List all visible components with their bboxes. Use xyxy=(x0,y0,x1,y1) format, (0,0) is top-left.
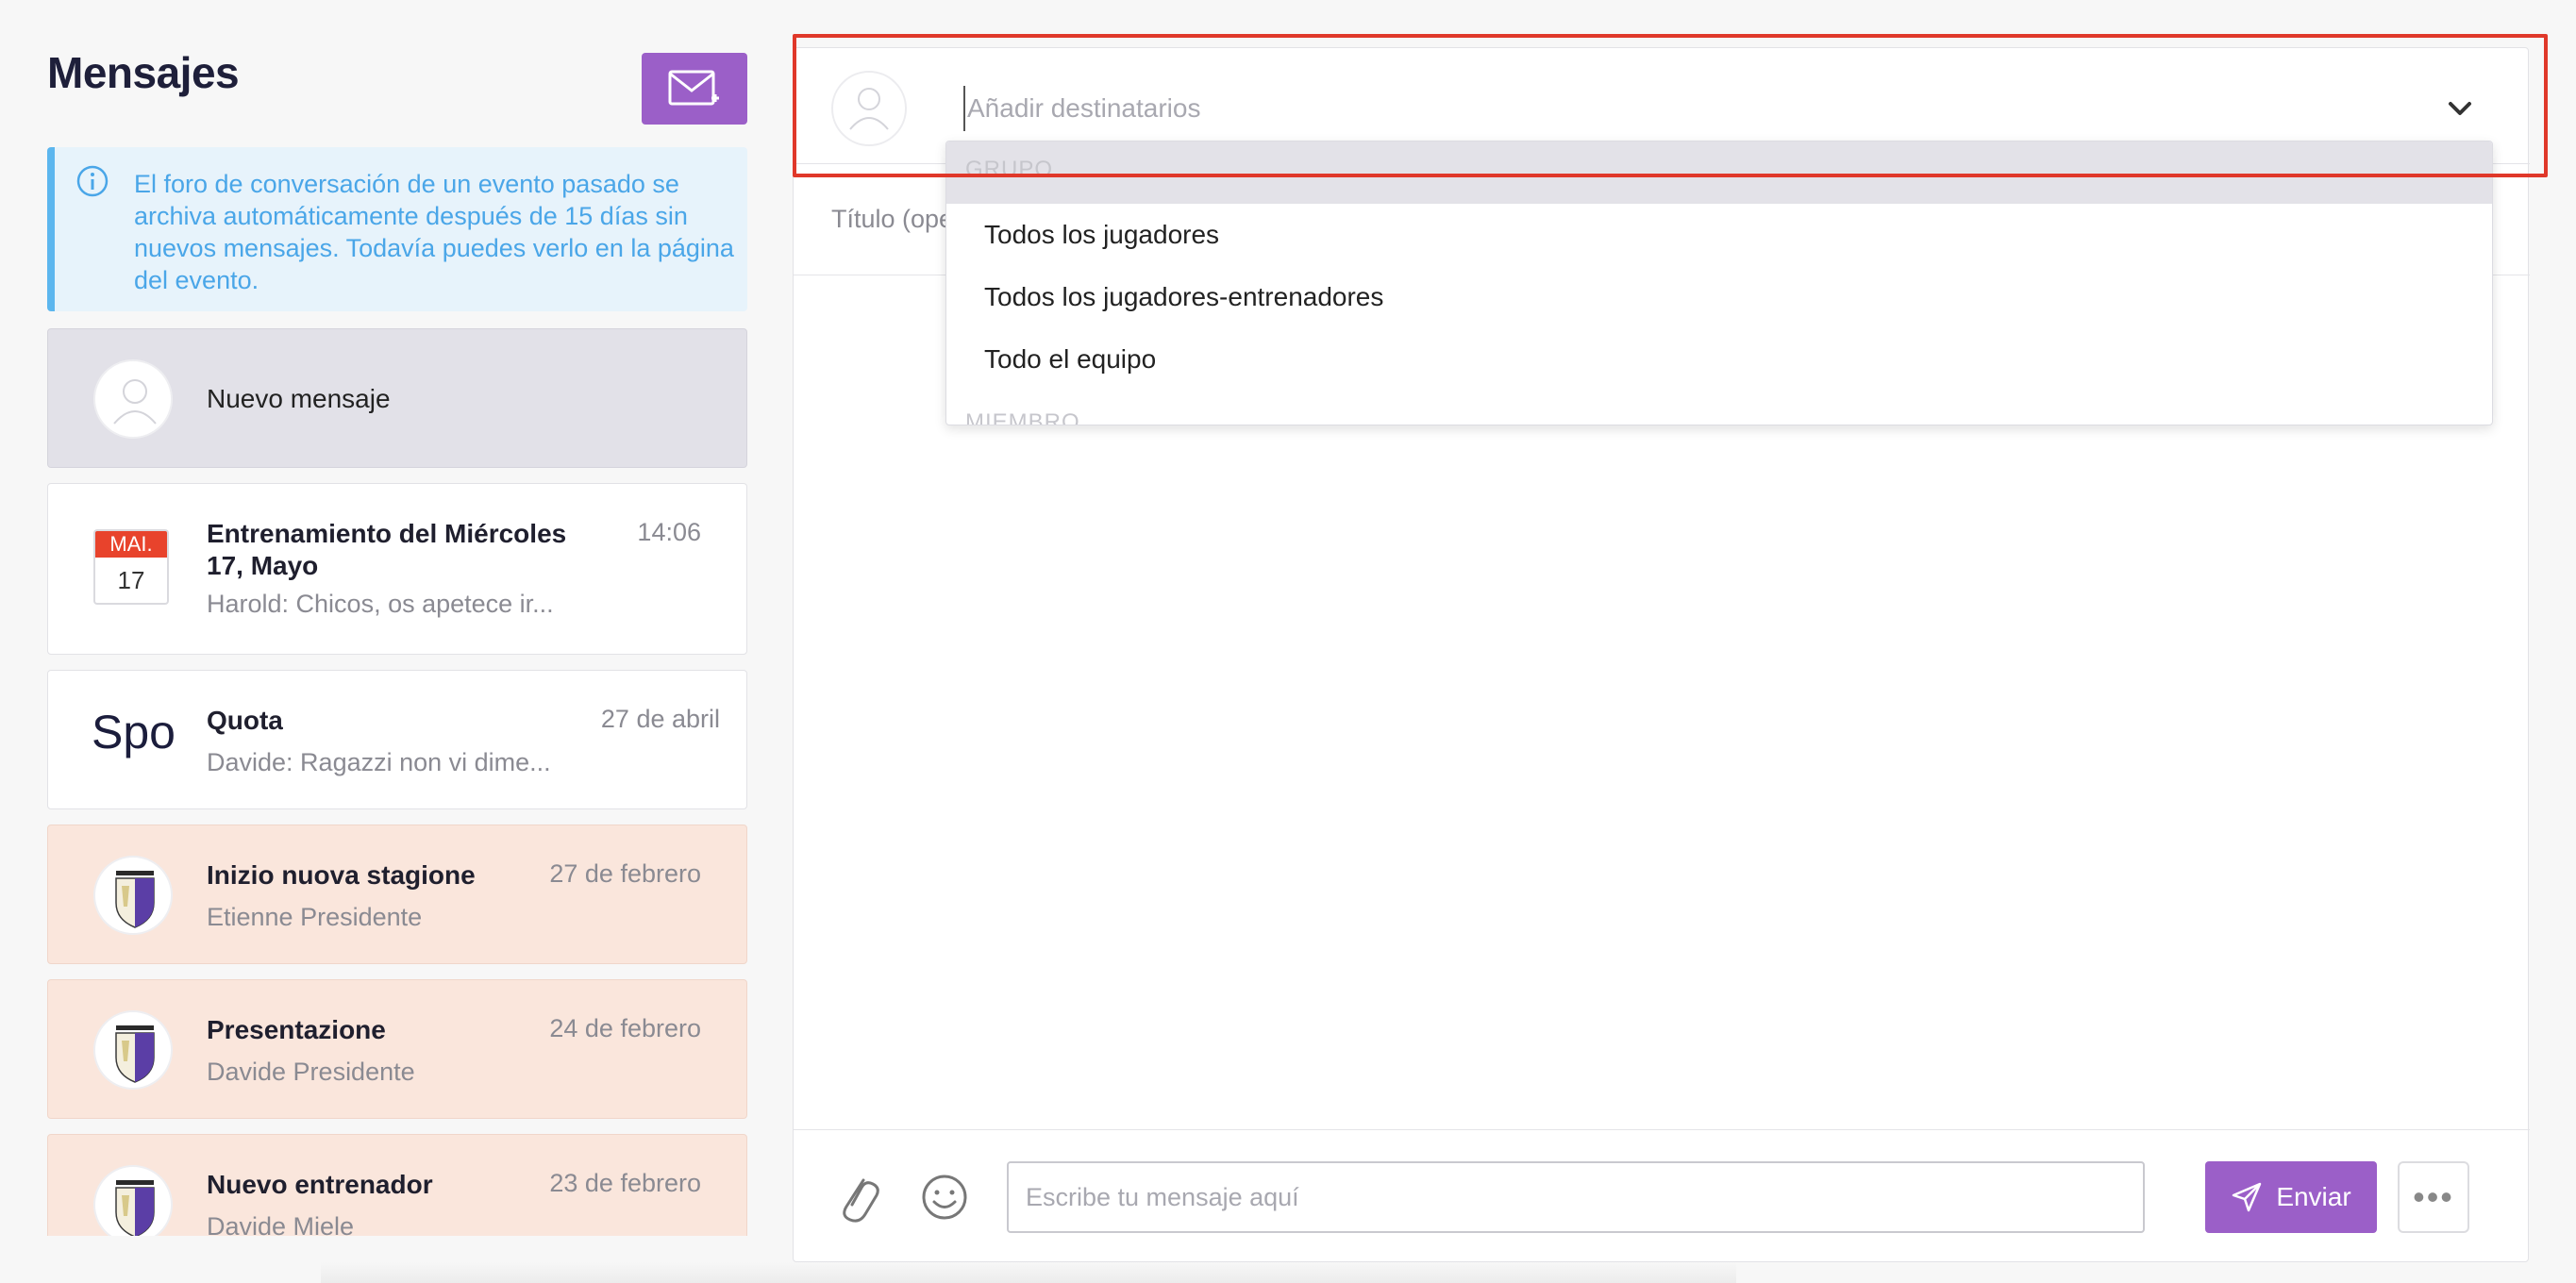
emoji-icon[interactable] xyxy=(920,1173,969,1222)
dropdown-option-all-player-coaches[interactable]: Todos los jugadores-entrenadores xyxy=(946,266,2492,328)
team-crest-icon xyxy=(93,1165,173,1236)
bottom-shadow xyxy=(321,1262,1736,1283)
dropdown-option-all-players[interactable]: Todos los jugadores xyxy=(946,204,2492,266)
conversation-preview: Harold: Chicos, os apetece ir... xyxy=(207,590,554,618)
conversation-preview: Davide Presidente xyxy=(207,1058,415,1086)
conversation-title: Inizio nuova stagione xyxy=(207,860,476,890)
calendar-icon: MAI. 17 xyxy=(93,529,169,605)
conversation-preview: Davide Miele xyxy=(207,1212,355,1236)
conversation-date: 14:06 xyxy=(637,518,701,546)
info-text: El foro de conversación de un evento pas… xyxy=(134,170,734,294)
dropdown-option-whole-team[interactable]: Todo el equipo xyxy=(946,328,2492,391)
send-button[interactable]: Enviar xyxy=(2205,1161,2377,1233)
archive-info-banner: El foro de conversación de un evento pas… xyxy=(47,147,747,311)
conversation-date: 24 de febrero xyxy=(549,1014,701,1042)
conversation-title: Entrenamiento del Miércoles 17, Mayo xyxy=(207,519,567,580)
paperclip-icon[interactable] xyxy=(835,1169,880,1225)
recipient-avatar-placeholder-icon xyxy=(831,71,907,146)
app-root: Mensajes El foro de conversación de un e… xyxy=(0,0,2576,1283)
conversation-item[interactable]: Nuevo entrenador Davide Miele 23 de febr… xyxy=(47,1134,747,1236)
more-options-button[interactable]: ••• xyxy=(2398,1161,2469,1233)
divider xyxy=(794,1129,2530,1130)
conversation-title: Presentazione xyxy=(207,1015,386,1044)
team-crest-icon xyxy=(93,1010,173,1090)
conversation-item[interactable]: Presentazione Davide Presidente 24 de fe… xyxy=(47,979,747,1119)
send-icon xyxy=(2233,1182,2262,1212)
message-composer: Título (ope GRUPO Todos los jugadores To… xyxy=(793,47,2530,1262)
conversation-sidebar: Mensajes El foro de conversación de un e… xyxy=(47,0,747,1236)
conversation-item[interactable]: Inizio nuova stagione Etienne Presidente… xyxy=(47,825,747,964)
title-input[interactable]: Título (ope xyxy=(831,205,953,234)
dropdown-group-header: GRUPO xyxy=(946,142,2492,204)
new-message-label: Nuevo mensaje xyxy=(207,384,391,413)
conversation-preview: Davide: Ragazzi non vi dime... xyxy=(207,748,551,776)
message-input[interactable] xyxy=(1007,1161,2145,1233)
conversation-date: 23 de febrero xyxy=(549,1169,701,1197)
chevron-down-icon[interactable] xyxy=(2441,90,2479,127)
conversation-item[interactable]: Spo Quota Davide: Ragazzi non vi dime...… xyxy=(47,670,747,809)
calendar-day: 17 xyxy=(117,566,145,594)
user-avatar-placeholder-icon xyxy=(93,359,173,439)
ellipsis-icon: ••• xyxy=(2413,1177,2454,1216)
conversation-item[interactable]: MAI. 17 Entrenamiento del Miércoles 17, … xyxy=(47,483,747,655)
page-title: Mensajes xyxy=(47,48,240,97)
envelope-plus-icon xyxy=(668,70,719,106)
new-message-item[interactable]: Nuevo mensaje xyxy=(47,328,747,468)
recipients-dropdown: GRUPO Todos los jugadores Todos los juga… xyxy=(945,141,2493,425)
team-crest-icon xyxy=(93,856,173,935)
send-label: Enviar xyxy=(2276,1182,2351,1211)
conversation-title: Nuevo entrenador xyxy=(207,1170,433,1199)
conversation-preview: Etienne Presidente xyxy=(207,903,423,931)
calendar-month: MAI. xyxy=(95,531,167,558)
conversation-avatar-text: Spo xyxy=(92,706,176,758)
recipients-input[interactable] xyxy=(963,86,2190,131)
new-message-button[interactable] xyxy=(642,53,747,125)
conversation-title: Quota xyxy=(207,706,283,735)
info-icon xyxy=(76,165,109,197)
dropdown-member-header: MIEMBRO xyxy=(965,409,1080,425)
conversation-date: 27 de febrero xyxy=(549,859,701,888)
conversation-date: 27 de abril xyxy=(600,705,720,733)
